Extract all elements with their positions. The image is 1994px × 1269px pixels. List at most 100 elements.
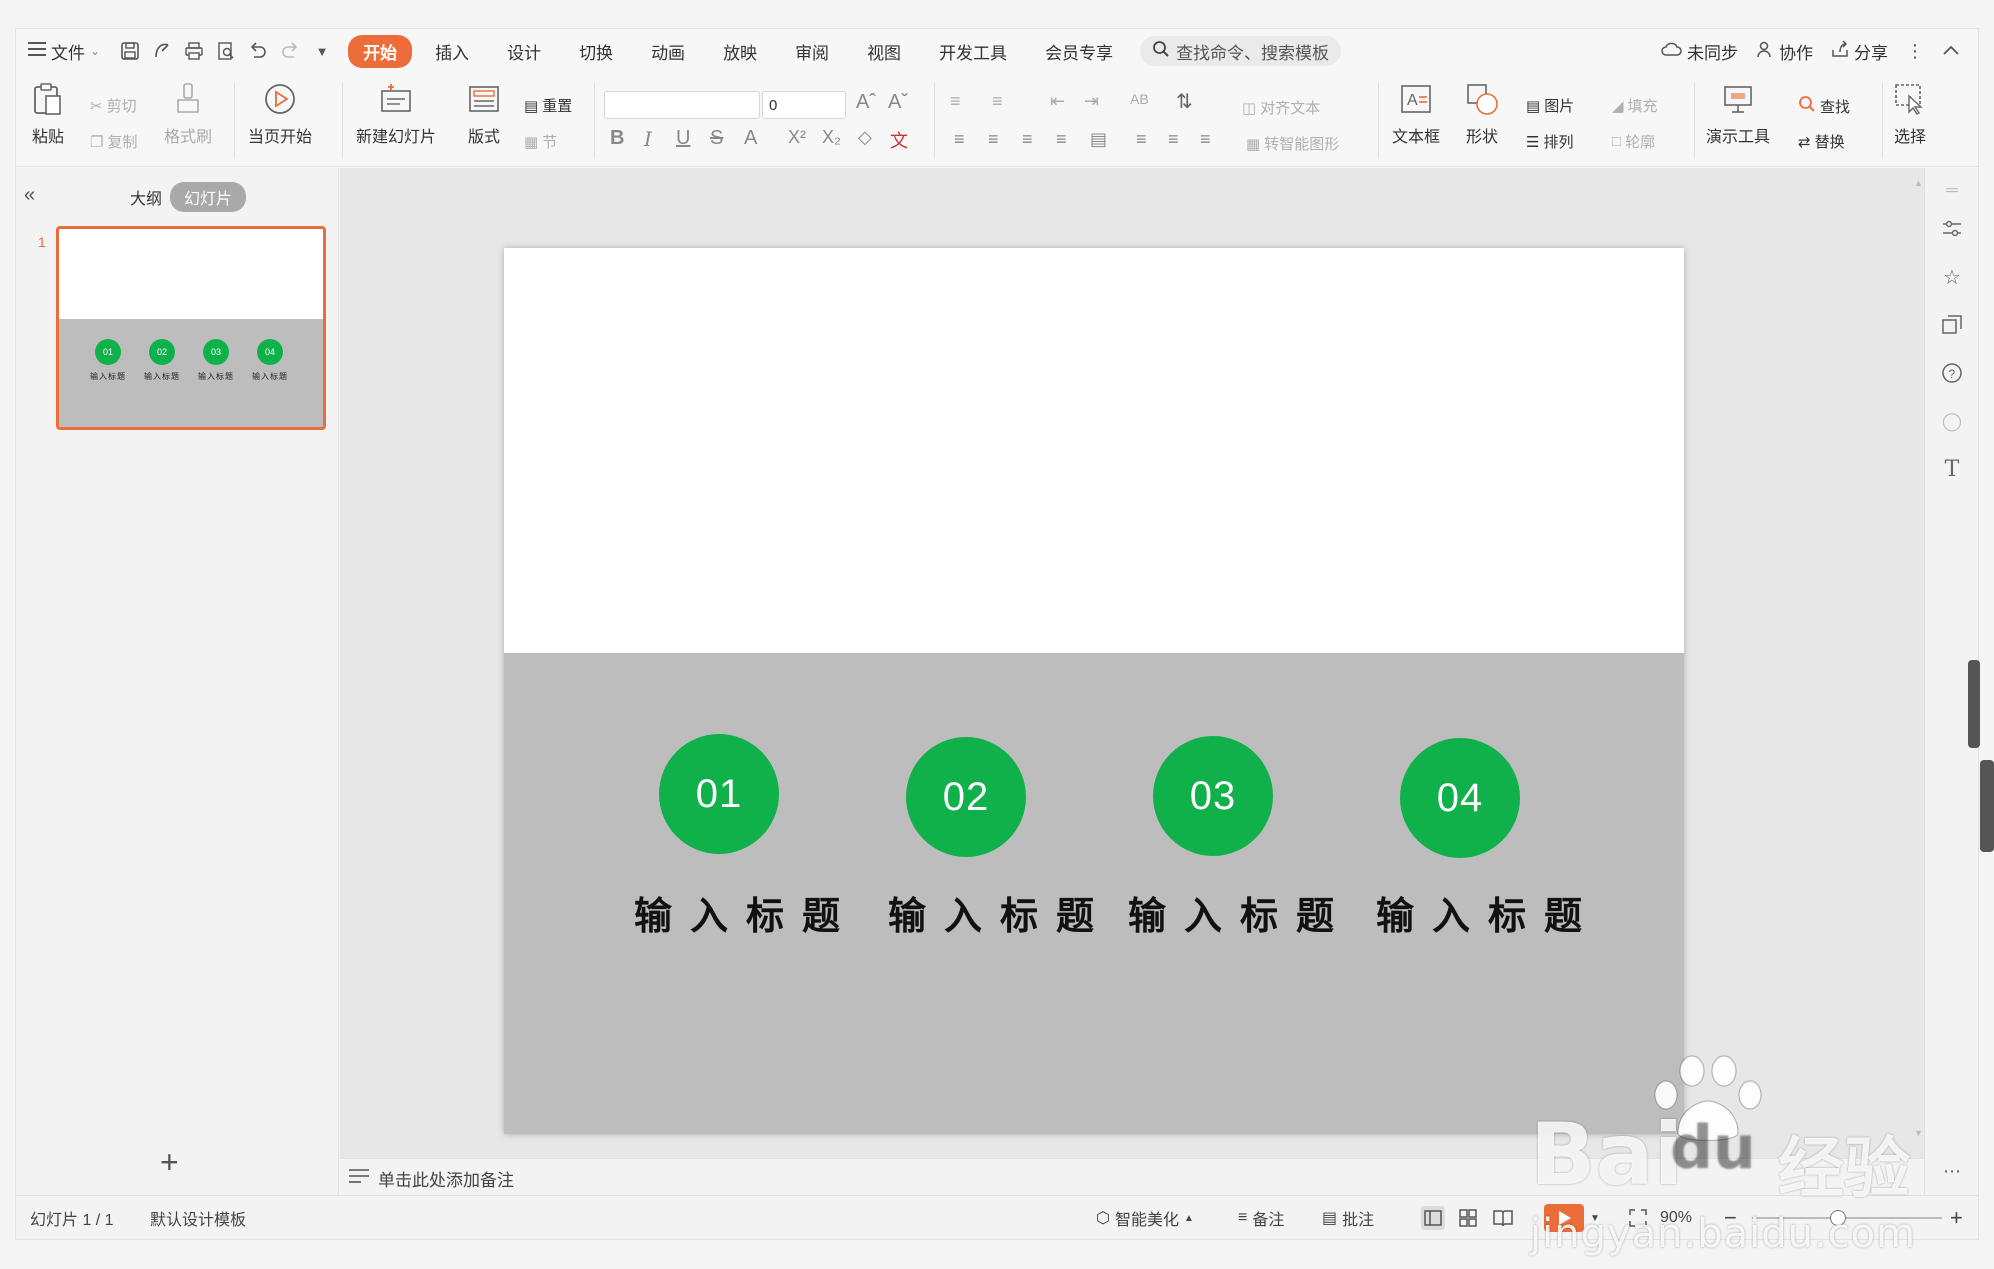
print-icon[interactable] <box>182 39 206 63</box>
redo-icon[interactable] <box>278 39 302 63</box>
tab-member[interactable]: 会员专享 <box>1030 35 1128 68</box>
notes-bar[interactable]: 单击此处添加备注 <box>340 1158 1926 1197</box>
line-spacing-icon[interactable]: ⇅ <box>1176 89 1193 114</box>
sync-status-button[interactable]: 未同步 <box>1660 39 1738 64</box>
reading-view-icon[interactable] <box>1492 1196 1514 1240</box>
number-circle-03[interactable]: 03 <box>1153 736 1273 856</box>
select-button[interactable]: 选择 <box>1892 81 1928 147</box>
phonetic-guide-icon[interactable]: 文 <box>890 127 908 153</box>
reset-button[interactable]: ▤ 重置 <box>524 95 572 116</box>
subscript-icon[interactable]: X₂ <box>822 127 841 148</box>
notes-toggle-button[interactable]: ≡ 备注 <box>1238 1196 1284 1240</box>
drag-handle-icon[interactable]: ═ <box>1939 178 1965 204</box>
align-right-icon[interactable]: ≡ <box>1022 129 1033 150</box>
distribute-icon[interactable]: ▤ <box>1090 129 1107 150</box>
template-name[interactable]: 默认设计模板 <box>150 1196 246 1240</box>
share-button[interactable]: 分享 <box>1831 39 1888 64</box>
vertical-scrollbar[interactable]: ▲ ▼ <box>1914 178 1923 1138</box>
item-title-04[interactable]: 输入标题 <box>1376 885 1600 940</box>
zoom-in-button[interactable]: + <box>1950 1196 1963 1240</box>
fit-window-icon[interactable] <box>1628 1196 1648 1240</box>
file-menu[interactable]: 文件 ⌄ <box>28 39 100 64</box>
tab-transitions[interactable]: 切换 <box>564 35 628 68</box>
smart-beautify-button[interactable]: ⬡ 智能美化 ▲ <box>1096 1196 1194 1240</box>
normal-view-icon[interactable] <box>1420 1196 1446 1240</box>
align-text-button[interactable]: ◫ 对齐文本 <box>1242 97 1320 118</box>
increase-indent-icon[interactable]: ⇥ <box>1084 91 1099 112</box>
help-icon[interactable]: ? <box>1939 360 1965 386</box>
comments-button[interactable]: ▤ 批注 <box>1322 1196 1374 1240</box>
presentation-tools-button[interactable]: 演示工具 <box>1706 81 1770 147</box>
collaborate-button[interactable]: 协作 <box>1756 39 1813 64</box>
paragraph-spacing-icon[interactable]: ≡ <box>1136 129 1147 150</box>
decrease-indent-icon[interactable]: ⇤ <box>1050 91 1065 112</box>
more-horizontal-icon[interactable]: ⋯ <box>1939 1158 1965 1184</box>
side-grip-handle[interactable] <box>1980 760 1994 852</box>
more-vertical-icon[interactable]: ⋮ <box>1906 41 1924 62</box>
tab-home[interactable]: 开始 <box>348 34 413 68</box>
export-pdf-icon[interactable] <box>150 39 174 63</box>
superscript-icon[interactable]: X² <box>788 127 806 148</box>
align-left-icon[interactable]: ≡ <box>954 129 965 150</box>
tab-animations[interactable]: 动画 <box>636 35 700 68</box>
italic-icon[interactable]: I <box>644 127 652 151</box>
decrease-font-icon[interactable]: Aˇ <box>888 91 908 114</box>
outline-button[interactable]: □ 轮廓 <box>1612 131 1655 152</box>
tab-view[interactable]: 视图 <box>852 35 916 68</box>
new-slide-button[interactable]: 新建幻灯片 <box>356 81 436 147</box>
replace-button[interactable]: ⇄ 替换 <box>1798 131 1845 152</box>
tab-slides[interactable]: 幻灯片 <box>170 182 247 212</box>
layout-button[interactable]: 版式 <box>466 81 502 147</box>
picture-button[interactable]: ▤ 图片 <box>1526 95 1574 116</box>
number-circle-04[interactable]: 04 <box>1400 738 1520 858</box>
increase-font-icon[interactable]: Aˆ <box>856 91 876 114</box>
tab-review[interactable]: 审阅 <box>780 35 844 68</box>
format-painter-button[interactable]: 格式刷 <box>164 81 212 147</box>
slide-canvas[interactable]: 01 02 03 04 输入标题 输入标题 输入标题 输入标题 <box>504 248 1684 1134</box>
side-grip-handle[interactable] <box>1968 660 1980 748</box>
slide-thumbnail[interactable]: 01 02 03 04 输入标题 输入标题 输入标题 输入标题 <box>56 226 326 430</box>
text-direction-icon[interactable]: AB <box>1130 91 1149 107</box>
save-icon[interactable] <box>118 39 142 63</box>
slideshow-play-icon[interactable] <box>1544 1196 1584 1240</box>
numbered-list-icon[interactable]: ≡ <box>992 91 1003 112</box>
shape-button[interactable]: 形状 <box>1464 81 1500 147</box>
item-title-03[interactable]: 输入标题 <box>1128 885 1352 940</box>
tab-slideshow[interactable]: 放映 <box>708 35 772 68</box>
bold-icon[interactable]: B <box>610 127 624 150</box>
arrange-button[interactable]: ☰ 排列 <box>1526 131 1573 152</box>
zoom-level[interactable]: 90% <box>1660 1196 1692 1240</box>
font-family-select[interactable] <box>604 91 760 119</box>
section-button[interactable]: ▦ 节 <box>524 131 557 152</box>
start-current-slide-button[interactable]: 当页开始 <box>248 81 312 147</box>
slide-sorter-icon[interactable] <box>1458 1196 1478 1240</box>
text-format-icon[interactable]: T <box>1939 456 1965 482</box>
chevron-down-icon[interactable]: ▼ <box>1590 1196 1600 1240</box>
underline-icon[interactable]: U <box>676 127 690 150</box>
item-title-01[interactable]: 输入标题 <box>634 885 858 940</box>
zoom-out-button[interactable]: − <box>1724 1196 1737 1240</box>
tab-insert[interactable]: 插入 <box>420 35 484 68</box>
line-spacing-2-icon[interactable]: ≡ <box>1200 129 1211 150</box>
font-color-icon[interactable]: A <box>744 127 757 150</box>
fill-button[interactable]: ◢ 填充 <box>1612 95 1658 116</box>
star-icon[interactable]: ☆ <box>1939 264 1965 290</box>
add-slide-button[interactable]: + <box>160 1146 179 1178</box>
cut-button[interactable]: ✂ 剪切 <box>90 95 137 116</box>
lightbulb-icon[interactable]: ◯ <box>1939 408 1965 434</box>
slide-editing-area[interactable]: 01 02 03 04 输入标题 输入标题 输入标题 输入标题 ▲ ▼ <box>340 168 1926 1158</box>
textbox-button[interactable]: A 文本框 <box>1392 81 1440 147</box>
strikethrough-icon[interactable]: S <box>710 127 723 150</box>
scroll-up-icon[interactable]: ▲ <box>1914 178 1923 188</box>
number-circle-02[interactable]: 02 <box>906 737 1026 857</box>
print-preview-icon[interactable] <box>214 39 238 63</box>
settings-sliders-icon[interactable] <box>1939 216 1965 242</box>
columns-icon[interactable]: ≡ <box>1168 129 1179 150</box>
item-title-02[interactable]: 输入标题 <box>888 885 1112 940</box>
command-search[interactable]: 查找命令、搜索模板 <box>1140 36 1342 66</box>
tab-outline[interactable]: 大纲 <box>116 182 176 212</box>
bullet-list-icon[interactable]: ≡ <box>950 91 961 112</box>
zoom-slider[interactable] <box>1752 1196 1942 1240</box>
scroll-down-icon[interactable]: ▼ <box>1914 1128 1923 1138</box>
font-size-select[interactable]: 0 <box>762 91 846 119</box>
